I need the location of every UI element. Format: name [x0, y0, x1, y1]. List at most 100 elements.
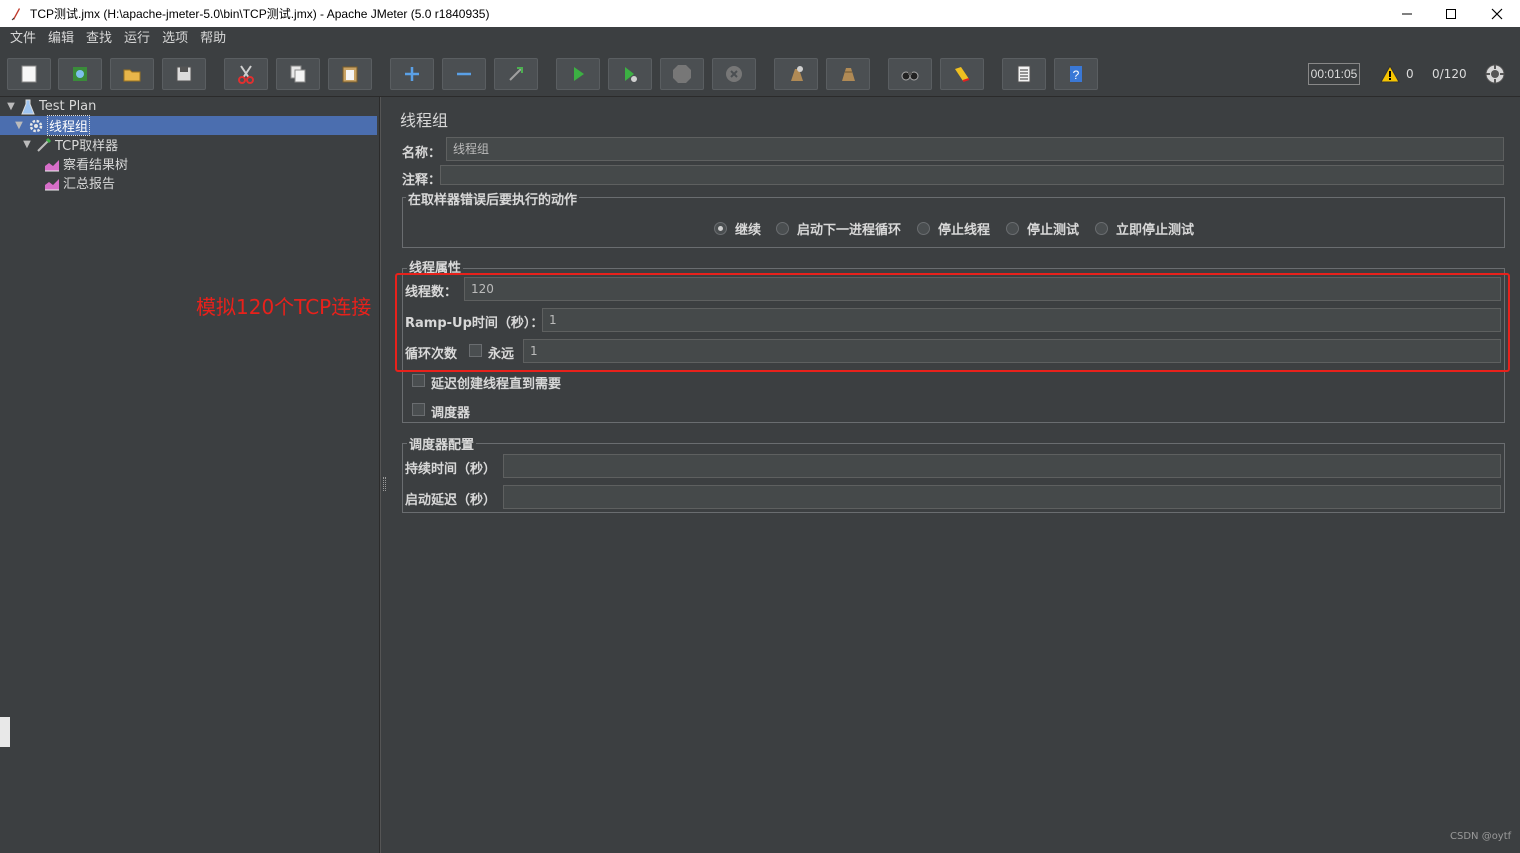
radio-start-next-loop[interactable]: 启动下一进程循环	[776, 219, 901, 238]
save-button[interactable]	[162, 58, 206, 90]
clear-icon	[791, 66, 803, 81]
search-button[interactable]	[888, 58, 932, 90]
paste-icon	[342, 66, 358, 83]
name-label: 名称：	[402, 146, 442, 161]
remote-status-icon	[1484, 63, 1506, 85]
cut-button[interactable]	[224, 58, 268, 90]
duration-label: 持续时间（秒）	[405, 462, 497, 477]
error-action-group-title: 在取样器错误后要执行的动作	[406, 189, 580, 208]
start-button[interactable]	[556, 58, 600, 90]
elapsed-timer: 00:01:05	[1308, 63, 1360, 85]
radio-button[interactable]	[776, 222, 789, 235]
tree-label-summary-report: 汇总报告	[63, 177, 116, 192]
window-title: TCP测试.jmx (H:\apache-jmeter-5.0\bin\TCP测…	[30, 7, 490, 21]
scheduler-config-title: 调度器配置	[407, 434, 477, 453]
radio-label: 立即停止测试	[1116, 223, 1195, 238]
cut-icon	[238, 65, 254, 84]
expand-triangle-icon[interactable]: ▼	[14, 120, 24, 131]
tree-node-summary-report[interactable]: 汇总报告	[44, 173, 115, 192]
paste-button[interactable]	[328, 58, 372, 90]
radio-button[interactable]	[714, 222, 727, 235]
start-no-pause-button[interactable]	[608, 58, 652, 90]
radio-label: 启动下一进程循环	[797, 223, 902, 238]
shutdown-icon	[726, 66, 742, 82]
radio-button[interactable]	[917, 222, 930, 235]
comment-label: 注释：	[402, 173, 442, 188]
radio-stop-thread[interactable]: 停止线程	[917, 219, 990, 238]
warning-indicator[interactable]: 0	[1380, 63, 1414, 85]
splitter-grip[interactable]	[383, 477, 386, 491]
radio-continue[interactable]: 继续	[714, 219, 761, 238]
start-no-pause-icon	[625, 67, 637, 82]
svg-text:?: ?	[1073, 68, 1080, 82]
new-button[interactable]	[7, 58, 51, 90]
clear-all-button[interactable]	[826, 58, 870, 90]
tree-node-tcp-sampler[interactable]: ▼ TCP取样器	[22, 135, 118, 154]
test-plan-icon	[20, 99, 36, 115]
radio-stop-test-now[interactable]: 立即停止测试	[1095, 219, 1194, 238]
radio-stop-test[interactable]: 停止测试	[1006, 219, 1079, 238]
list-icon	[1017, 65, 1031, 83]
toggle-button[interactable]	[494, 58, 538, 90]
panel-title: 线程组	[400, 111, 449, 130]
tree-node-thread-group[interactable]: ▼ 线程组	[0, 115, 377, 136]
pipette-icon	[36, 137, 52, 153]
tree-node-test-plan[interactable]: ▼ Test Plan	[6, 97, 96, 116]
annotation-text: 模拟120个TCP连接	[196, 295, 372, 319]
warning-count: 0	[1406, 67, 1414, 81]
close-button[interactable]	[1474, 0, 1520, 27]
menu-search[interactable]: 查找	[80, 27, 118, 51]
expand-triangle-icon[interactable]: ▼	[6, 101, 16, 112]
menu-help[interactable]: 帮助	[194, 27, 232, 51]
reset-search-button[interactable]	[940, 58, 984, 90]
toggle-icon	[509, 67, 523, 81]
duration-field[interactable]	[503, 454, 1501, 478]
expand-button[interactable]	[390, 58, 434, 90]
tree-node-view-results[interactable]: 察看结果树	[44, 154, 128, 173]
new-icon	[21, 65, 37, 83]
annotation-highlight-box	[395, 273, 1510, 372]
tree-label-view-results: 察看结果树	[63, 158, 129, 173]
radio-label: 停止测试	[1027, 223, 1080, 238]
expand-triangle-icon[interactable]: ▼	[22, 139, 32, 150]
side-drawer-handle[interactable]	[0, 717, 10, 747]
templates-button[interactable]	[58, 58, 102, 90]
stop-button[interactable]	[660, 58, 704, 90]
save-icon	[176, 66, 192, 82]
menu-bar: 文件 编辑 查找 运行 选项 帮助	[0, 27, 1520, 51]
tree-label-tcp-sampler: TCP取样器	[55, 139, 119, 154]
maximize-button[interactable]	[1428, 0, 1474, 27]
gear-icon	[28, 118, 44, 134]
expand-icon	[405, 67, 419, 81]
comment-field[interactable]	[440, 165, 1504, 185]
menu-edit[interactable]: 编辑	[42, 27, 80, 51]
radio-button[interactable]	[1095, 222, 1108, 235]
shutdown-button[interactable]	[712, 58, 756, 90]
minimize-button[interactable]	[1384, 0, 1430, 27]
open-button[interactable]	[110, 58, 154, 90]
menu-run[interactable]: 运行	[118, 27, 156, 51]
panel-splitter[interactable]	[380, 97, 388, 853]
startup-delay-field[interactable]	[503, 485, 1501, 509]
stop-icon	[673, 65, 691, 83]
radio-button[interactable]	[1006, 222, 1019, 235]
name-field[interactable]: 线程组	[446, 137, 1504, 161]
help-icon: ?	[1070, 66, 1082, 82]
broom-icon	[955, 67, 970, 82]
menu-file[interactable]: 文件	[4, 27, 42, 51]
toolbar: ?	[0, 51, 1520, 97]
thread-group-panel: 线程组 名称： 线程组 注释： 在取样器错误后要执行的动作 继续 启动下一进程循…	[389, 97, 1520, 853]
clear-button[interactable]	[774, 58, 818, 90]
copy-button[interactable]	[276, 58, 320, 90]
tree-label-thread-group: 线程组	[47, 115, 91, 136]
chart-icon	[44, 175, 60, 191]
menu-options[interactable]: 选项	[156, 27, 194, 51]
radio-label: 继续	[735, 223, 762, 238]
scheduler-checkbox[interactable]	[412, 403, 425, 416]
help-button[interactable]: ?	[1054, 58, 1098, 90]
delay-thread-creation-checkbox[interactable]	[412, 374, 425, 387]
collapse-button[interactable]	[442, 58, 486, 90]
chart-icon	[44, 156, 60, 172]
clear-all-icon	[842, 68, 855, 81]
function-helper-button[interactable]	[1002, 58, 1046, 90]
